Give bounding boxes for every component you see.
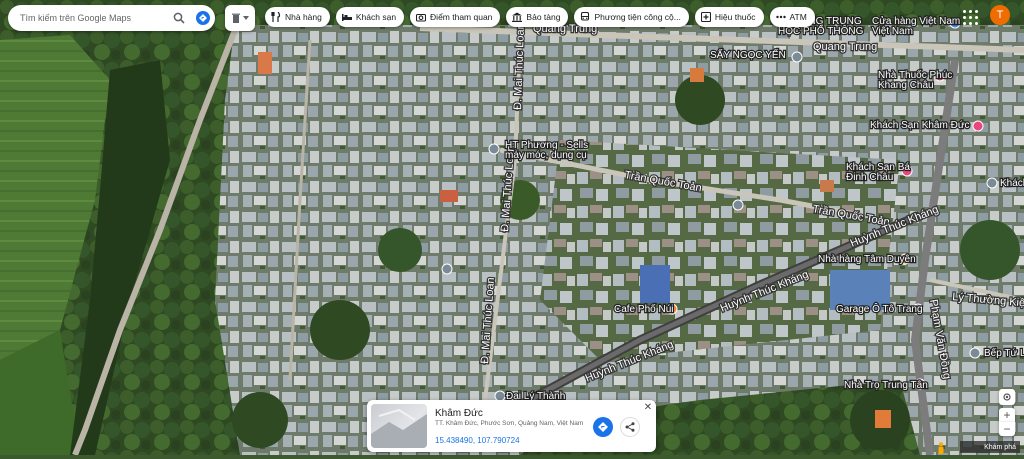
chip-museums[interactable]: Bảo tàng <box>506 7 569 27</box>
my-location-button[interactable] <box>999 389 1015 405</box>
user-avatar[interactable]: T <box>990 5 1010 25</box>
chip-label: Khách sạn <box>355 12 397 22</box>
location-title: Khâm Đức <box>435 408 483 419</box>
card-share-button[interactable] <box>620 417 640 437</box>
chip-hotels[interactable]: Khách sạn <box>335 7 405 27</box>
chip-pharmacies[interactable]: Hiệu thuốc <box>694 7 764 27</box>
poi-garage[interactable]: Garage Ô Tô Trang <box>835 301 924 317</box>
poi-khach-san-kham-duc[interactable]: Khách Sạn Khâm Đức <box>869 119 984 132</box>
explore-bar[interactable]: Khám phá <box>960 441 1020 453</box>
more-dots-icon <box>775 12 786 22</box>
chip-label: Hiệu thuốc <box>714 12 756 22</box>
directions-icon <box>598 422 608 432</box>
pegman-icon[interactable] <box>936 441 946 454</box>
location-coordinates[interactable]: 15.438490, 107.790724 <box>435 436 520 445</box>
svg-text:Nhà Trọ Trung Tân: Nhà Trọ Trung Tân <box>844 380 928 391</box>
chip-label: ATM <box>789 12 807 22</box>
svg-text:Khách Sạn Khâm Đức: Khách Sạn Khâm Đức <box>870 120 970 131</box>
card-directions-button[interactable] <box>593 417 613 437</box>
camera-icon <box>416 12 427 22</box>
location-thumbnail[interactable] <box>371 404 427 448</box>
svg-text:máy móc, dụng cụ: máy móc, dụng cụ <box>505 150 587 161</box>
poi-nha-tro[interactable]: Nhà Trọ Trung Tân <box>843 378 929 392</box>
poi-unnamed[interactable] <box>441 263 453 275</box>
museum-icon <box>512 12 523 22</box>
card-close-icon[interactable]: ✕ <box>643 403 653 413</box>
share-icon <box>625 422 635 432</box>
search-icon[interactable] <box>167 6 191 30</box>
svg-text:SẤY NGỌC YẾN: SẤY NGỌC YẾN <box>710 48 786 61</box>
svg-text:Nhà hàng Tâm Duyên: Nhà hàng Tâm Duyên <box>818 254 916 265</box>
svg-text:Khang Châu: Khang Châu <box>878 80 934 91</box>
poi-unnamed[interactable] <box>732 199 744 211</box>
layers-menu-button[interactable] <box>225 5 255 31</box>
svg-text:Đinh Châu: Đinh Châu <box>846 172 893 183</box>
chip-label: Nhà hàng <box>285 12 322 22</box>
chip-transit[interactable]: Phương tiện công cộ... <box>574 7 689 27</box>
transit-icon <box>580 12 590 22</box>
fork-knife-icon <box>271 12 281 22</box>
directions-button[interactable] <box>191 6 215 30</box>
location-address: TT. Khâm Đức, Phước Sơn, Quảng Nam, Việt… <box>435 420 584 427</box>
caret-down-icon <box>242 16 249 20</box>
pharmacy-icon <box>700 12 711 22</box>
svg-text:Bếp Tứ Liêu: Bếp Tứ Liêu <box>984 347 1024 359</box>
zoom-in-button[interactable]: + <box>999 408 1015 422</box>
search-input[interactable]: Tìm kiếm trên Google Maps <box>8 13 167 23</box>
category-chips: Nhà hàng Khách sạn Điểm tham quan Bảo tà… <box>265 7 815 27</box>
chip-label: Bảo tàng <box>526 12 561 22</box>
chip-label: Phương tiện công cộ... <box>594 12 681 22</box>
chip-label: Điểm tham quan <box>430 12 493 22</box>
trash-icon <box>231 13 240 23</box>
poi-cafe[interactable]: Cafe Phố Núi <box>613 302 678 316</box>
explore-label: Khám phá <box>984 443 1016 451</box>
chip-restaurants[interactable]: Nhà hàng <box>265 7 330 27</box>
poi-bep-tu-lieu[interactable]: Bếp Tứ Liêu <box>969 346 1024 360</box>
svg-text:Cafe Phố Núi: Cafe Phố Núi <box>614 303 673 315</box>
poi-nha-hang-tam-duyen[interactable]: Nhà hàng Tâm Duyên <box>817 253 917 267</box>
apps-grid-icon[interactable] <box>960 7 980 27</box>
svg-text:Khách San: Khách San <box>1000 178 1024 189</box>
road-label-quang-trung: Quang Trung <box>813 41 877 53</box>
poi-khach-san-3[interactable]: Khách San <box>986 177 1024 190</box>
chip-atm[interactable]: ATM <box>769 7 815 27</box>
search-box[interactable]: Tìm kiếm trên Google Maps <box>8 5 215 31</box>
location-card[interactable]: Khâm Đức TT. Khâm Đức, Phước Sơn, Quảng … <box>367 400 656 452</box>
chip-attractions[interactable]: Điểm tham quan <box>410 7 501 27</box>
svg-text:Garage Ô Tô Trang: Garage Ô Tô Trang <box>836 302 923 315</box>
crosshair-icon <box>1003 393 1011 401</box>
bed-icon <box>341 12 352 22</box>
satellite-map[interactable]: Quang Trung Quang Trung Trần Quốc Toản T… <box>0 0 1024 455</box>
directions-icon <box>196 11 210 25</box>
zoom-out-button[interactable]: − <box>999 422 1015 436</box>
svg-text:Việt Nam: Việt Nam <box>872 26 913 37</box>
